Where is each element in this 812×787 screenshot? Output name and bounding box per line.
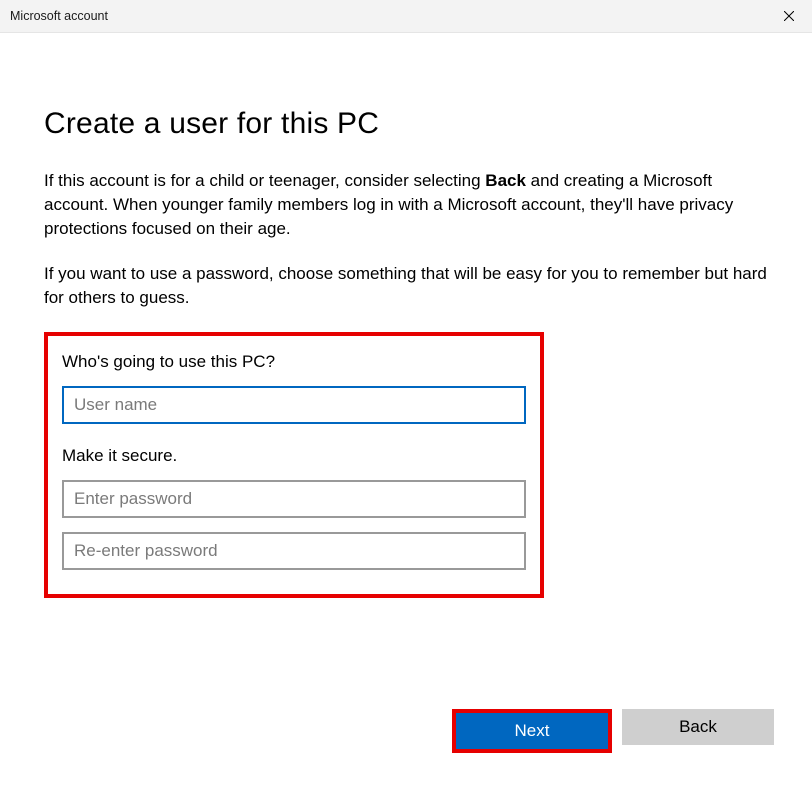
- back-button[interactable]: Back: [622, 709, 774, 745]
- button-row: Next Back: [452, 709, 774, 753]
- page-title: Create a user for this PC: [44, 107, 768, 141]
- username-input[interactable]: [62, 386, 526, 424]
- secure-label: Make it secure.: [62, 446, 526, 466]
- close-icon: [784, 11, 794, 21]
- window-title: Microsoft account: [0, 9, 108, 23]
- intro-paragraph-1: If this account is for a child or teenag…: [44, 169, 768, 240]
- intro-1-bold: Back: [485, 171, 526, 190]
- titlebar: Microsoft account: [0, 0, 812, 33]
- password-input[interactable]: [62, 480, 526, 518]
- form-annotation-box: Who's going to use this PC? Make it secu…: [44, 332, 544, 598]
- main-content: Create a user for this PC If this accoun…: [0, 33, 812, 598]
- next-button[interactable]: Next: [456, 713, 608, 749]
- close-button[interactable]: [766, 0, 812, 32]
- who-label: Who's going to use this PC?: [62, 352, 526, 372]
- next-button-annotation: Next: [452, 709, 612, 753]
- intro-1a: If this account is for a child or teenag…: [44, 171, 485, 190]
- intro-paragraph-2: If you want to use a password, choose so…: [44, 262, 768, 310]
- password-confirm-input[interactable]: [62, 532, 526, 570]
